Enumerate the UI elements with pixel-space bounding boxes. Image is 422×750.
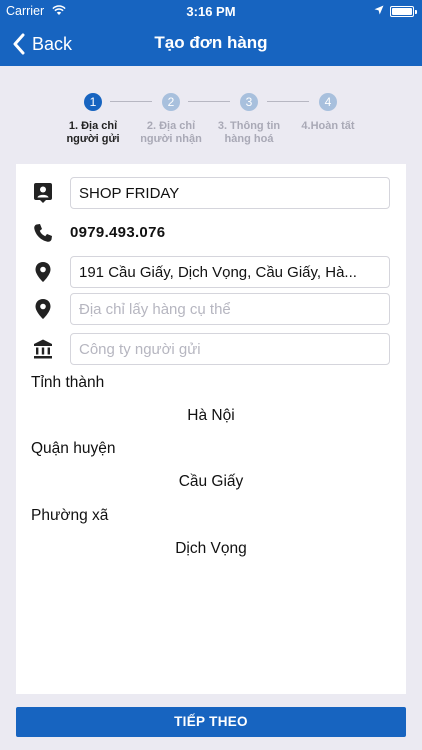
step-label: người gửi [66,133,120,145]
ward-selector[interactable]: Dịch Vọng [16,540,406,558]
location-arrow-icon [374,5,384,15]
sender-name-row [16,177,406,209]
step-label: 4.Hoàn tất [301,120,355,132]
status-time: 3:16 PM [186,4,236,19]
sender-form-card: 0979.493.076 [16,164,406,694]
province-selector[interactable]: Hà Nội [16,407,406,425]
phone-row: 0979.493.076 [16,217,406,249]
bank-icon [32,338,54,360]
step-label: 1. Địa chỉ [68,120,118,132]
ward-label: Phường xã [31,507,109,524]
step-number: 4 [319,93,337,111]
company-row [16,333,406,365]
step-label: 3. Thông tin [217,120,281,132]
step-number: 2 [162,93,180,111]
chevron-left-icon [13,33,25,55]
address-row [16,256,406,288]
pickup-address-row [16,293,406,325]
step-1: 1 1. Địa chỉ người gửi [48,90,138,146]
step-label: hàng hoá [224,133,274,145]
battery-icon [390,6,417,17]
location-pin-icon [32,298,54,320]
sender-name-input[interactable] [70,177,390,209]
district-selector[interactable]: Cầu Giấy [16,473,406,491]
phone-number: 0979.493.076 [70,224,166,241]
address-input[interactable] [70,256,390,288]
back-label: Back [32,33,73,54]
navigation-bar: Carrier 3:16 PM Back Tạo đơn hàng [0,0,422,66]
step-label: 2. Địa chỉ [146,120,196,132]
step-2: 2 2. Địa chỉ người nhận [126,90,216,146]
step-3: 3 3. Thông tin hàng hoá [204,90,294,146]
phone-icon [32,222,54,244]
next-button[interactable]: TIẾP THEO [16,707,406,737]
step-label: người nhận [140,133,202,145]
status-bar: Carrier 3:16 PM [0,0,422,22]
step-number: 3 [240,93,258,111]
step-4: 4 4.Hoàn tất [283,90,373,133]
progress-stepper: 1 1. Địa chỉ người gửi 2 2. Địa chỉ ngườ… [0,90,422,160]
location-pin-icon [32,261,54,283]
back-button[interactable]: Back [12,31,72,57]
province-label: Tỉnh thành [31,374,105,391]
company-input[interactable] [70,333,390,365]
pickup-address-input[interactable] [70,293,390,325]
district-label: Quận huyện [31,440,116,457]
contact-card-icon [32,182,54,204]
step-number: 1 [84,93,102,111]
